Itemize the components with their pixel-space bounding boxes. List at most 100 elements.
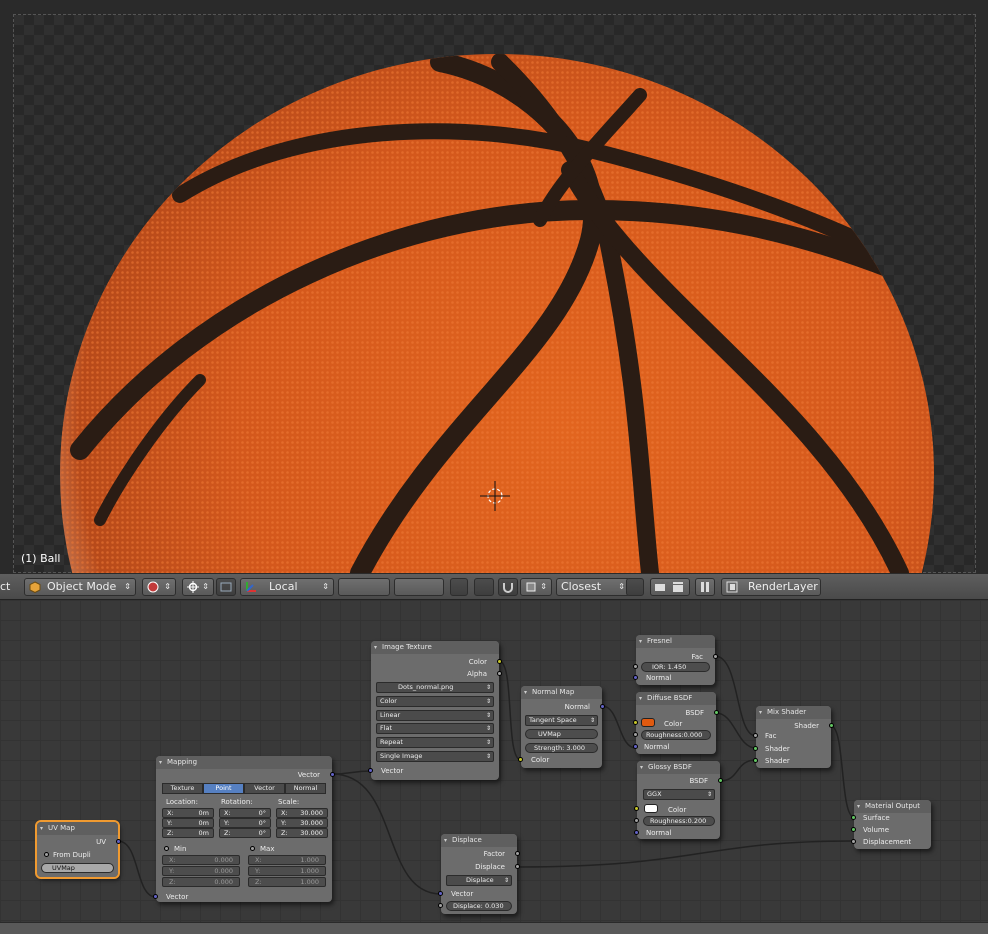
min-z-field[interactable]: Z: 0.000	[162, 877, 240, 887]
source-select[interactable]: Single Image	[376, 751, 494, 762]
node-mix-shader[interactable]: Mix Shader Shader Fac Shader Shader	[753, 706, 834, 768]
proportional-edit-button[interactable]	[474, 578, 494, 596]
min-y-field[interactable]: Y: 0.000	[162, 866, 240, 876]
input-normal-socket[interactable]	[633, 675, 638, 680]
output-factor-socket[interactable]	[515, 851, 520, 856]
tab-texture[interactable]: Texture	[162, 783, 203, 794]
viewport-shading-select[interactable]: ⇕	[142, 578, 176, 596]
input-shader-1-socket[interactable]	[753, 746, 758, 751]
output-vector-socket[interactable]	[330, 772, 335, 777]
distribution-select[interactable]: GGX	[643, 789, 715, 800]
node-editor[interactable]: UV Map UV From Dupli UVMap Mapping Vecto…	[0, 600, 988, 922]
input-color-socket[interactable]	[518, 757, 523, 762]
image-datablock-field[interactable]: Dots_normal.png	[376, 682, 494, 693]
pause-render-button[interactable]	[695, 578, 715, 596]
output-color-socket[interactable]	[497, 659, 502, 664]
displace-texture-field[interactable]: Displace	[446, 875, 512, 886]
render-buttons[interactable]	[650, 578, 690, 596]
roughness-field[interactable]: Roughness:0.000	[641, 730, 711, 740]
lock-layers-button[interactable]	[450, 578, 468, 596]
snap-toggle-button[interactable]	[498, 578, 518, 596]
roughness-field[interactable]: Roughness:0.200	[643, 816, 715, 826]
manipulator-toggle[interactable]	[216, 578, 236, 596]
layer-buttons-a[interactable]	[338, 578, 390, 596]
input-displace-socket[interactable]	[438, 903, 443, 908]
output-displace-socket[interactable]	[515, 864, 520, 869]
location-x-field[interactable]: X: 0m	[162, 808, 214, 818]
input-normal-socket[interactable]	[634, 830, 639, 835]
tab-point[interactable]: Point	[203, 783, 244, 794]
node-glossy-bsdf[interactable]: Glossy BSDF BSDF GGX Color Roughness:0.2…	[634, 761, 723, 839]
menu-object-cut[interactable]: ct	[0, 580, 10, 593]
min-x-field[interactable]: X: 0.000	[162, 855, 240, 865]
scale-x-field[interactable]: X: 30.000	[276, 808, 328, 818]
rotation-z-field[interactable]: Z: 0°	[219, 828, 271, 838]
glossy-color-swatch[interactable]	[644, 804, 658, 813]
space-select[interactable]: Tangent Space	[525, 715, 598, 726]
input-volume-socket[interactable]	[851, 827, 856, 832]
3d-viewport[interactable]: (1) Ball	[0, 0, 988, 573]
snap-target-select[interactable]: Closest ⇕	[556, 578, 630, 596]
input-vector-socket[interactable]	[153, 894, 158, 899]
node-material-output[interactable]: Material Output Surface Volume Displacem…	[851, 800, 931, 849]
uv-map-field[interactable]: UVMap	[41, 863, 114, 873]
output-bsdf-socket[interactable]	[718, 778, 723, 783]
scale-y-field[interactable]: Y: 30.000	[276, 818, 328, 828]
diffuse-color-swatch[interactable]	[641, 718, 655, 727]
interpolation-select[interactable]: Linear	[376, 710, 494, 721]
mode-select[interactable]: Object Mode ⇕	[24, 578, 136, 596]
input-vector-socket[interactable]	[438, 891, 443, 896]
input-vector-socket[interactable]	[368, 768, 373, 773]
max-checkbox[interactable]	[250, 846, 255, 851]
max-z-field[interactable]: Z: 1.000	[248, 877, 326, 887]
extension-select[interactable]: Repeat	[376, 737, 494, 748]
output-alpha-socket[interactable]	[497, 671, 502, 676]
displace-amount-field[interactable]: Displace: 0.030	[446, 901, 512, 911]
input-ior-socket[interactable]	[633, 664, 638, 669]
input-displacement-socket[interactable]	[851, 839, 856, 844]
input-fac-socket[interactable]	[753, 733, 758, 738]
location-y-field[interactable]: Y: 0m	[162, 818, 214, 828]
3d-cursor-icon[interactable]	[480, 481, 510, 511]
input-roughness-socket[interactable]	[633, 732, 638, 737]
node-diffuse-bsdf[interactable]: Diffuse BSDF BSDF Color Roughness:0.000 …	[633, 692, 719, 754]
rotation-x-field[interactable]: X: 0°	[219, 808, 271, 818]
max-y-field[interactable]: Y: 1.000	[248, 866, 326, 876]
projection-select[interactable]: Flat	[376, 723, 494, 734]
input-roughness-socket[interactable]	[634, 818, 639, 823]
rotation-y-field[interactable]: Y: 0°	[219, 818, 271, 828]
snap-align-rotation-button[interactable]	[626, 578, 644, 596]
strength-field[interactable]: Strength: 3.000	[525, 743, 598, 753]
output-bsdf-socket[interactable]	[714, 710, 719, 715]
input-normal-socket[interactable]	[633, 744, 638, 749]
layer-buttons-b[interactable]	[394, 578, 444, 596]
transform-orientation-select[interactable]: Local ⇕	[240, 578, 334, 596]
output-shader-socket[interactable]	[829, 723, 834, 728]
color-space-select[interactable]: Color	[376, 696, 494, 707]
node-fresnel[interactable]: Fresnel Fac IOR: 1.450 Normal	[633, 635, 718, 685]
node-mapping[interactable]: Mapping Vector Texture Point Vector Norm…	[153, 756, 335, 902]
from-dupli-checkbox[interactable]	[44, 852, 49, 857]
output-fac-socket[interactable]	[713, 654, 718, 659]
min-checkbox[interactable]	[164, 846, 169, 851]
node-displace[interactable]: Displace Factor Displace Displace Vector…	[438, 834, 520, 914]
input-color-socket[interactable]	[634, 806, 639, 811]
snap-element-select[interactable]: ⇕	[520, 578, 552, 596]
output-normal-socket[interactable]	[600, 704, 605, 709]
node-normal-map[interactable]: Normal Map Normal Tangent Space UVMap St…	[518, 686, 605, 768]
tab-vector[interactable]: Vector	[244, 783, 285, 794]
pivot-point-select[interactable]: ⇕	[182, 578, 214, 596]
max-x-field[interactable]: X: 1.000	[248, 855, 326, 865]
location-z-field[interactable]: Z: 0m	[162, 828, 214, 838]
tab-normal[interactable]: Normal	[285, 783, 326, 794]
node-uv-map[interactable]: UV Map UV From Dupli UVMap	[35, 820, 121, 879]
ior-field[interactable]: IOR: 1.450	[641, 662, 710, 672]
node-image-texture[interactable]: Image Texture Color Alpha Dots_normal.pn…	[368, 641, 502, 780]
output-uv-socket[interactable]	[116, 839, 121, 844]
uv-map-field[interactable]: UVMap	[525, 729, 598, 739]
scale-z-field[interactable]: Z: 30.000	[276, 828, 328, 838]
render-layer-select[interactable]: RenderLayer	[721, 578, 821, 596]
input-shader-2-socket[interactable]	[753, 758, 758, 763]
input-color-socket[interactable]	[633, 720, 638, 725]
input-surface-socket[interactable]	[851, 815, 856, 820]
